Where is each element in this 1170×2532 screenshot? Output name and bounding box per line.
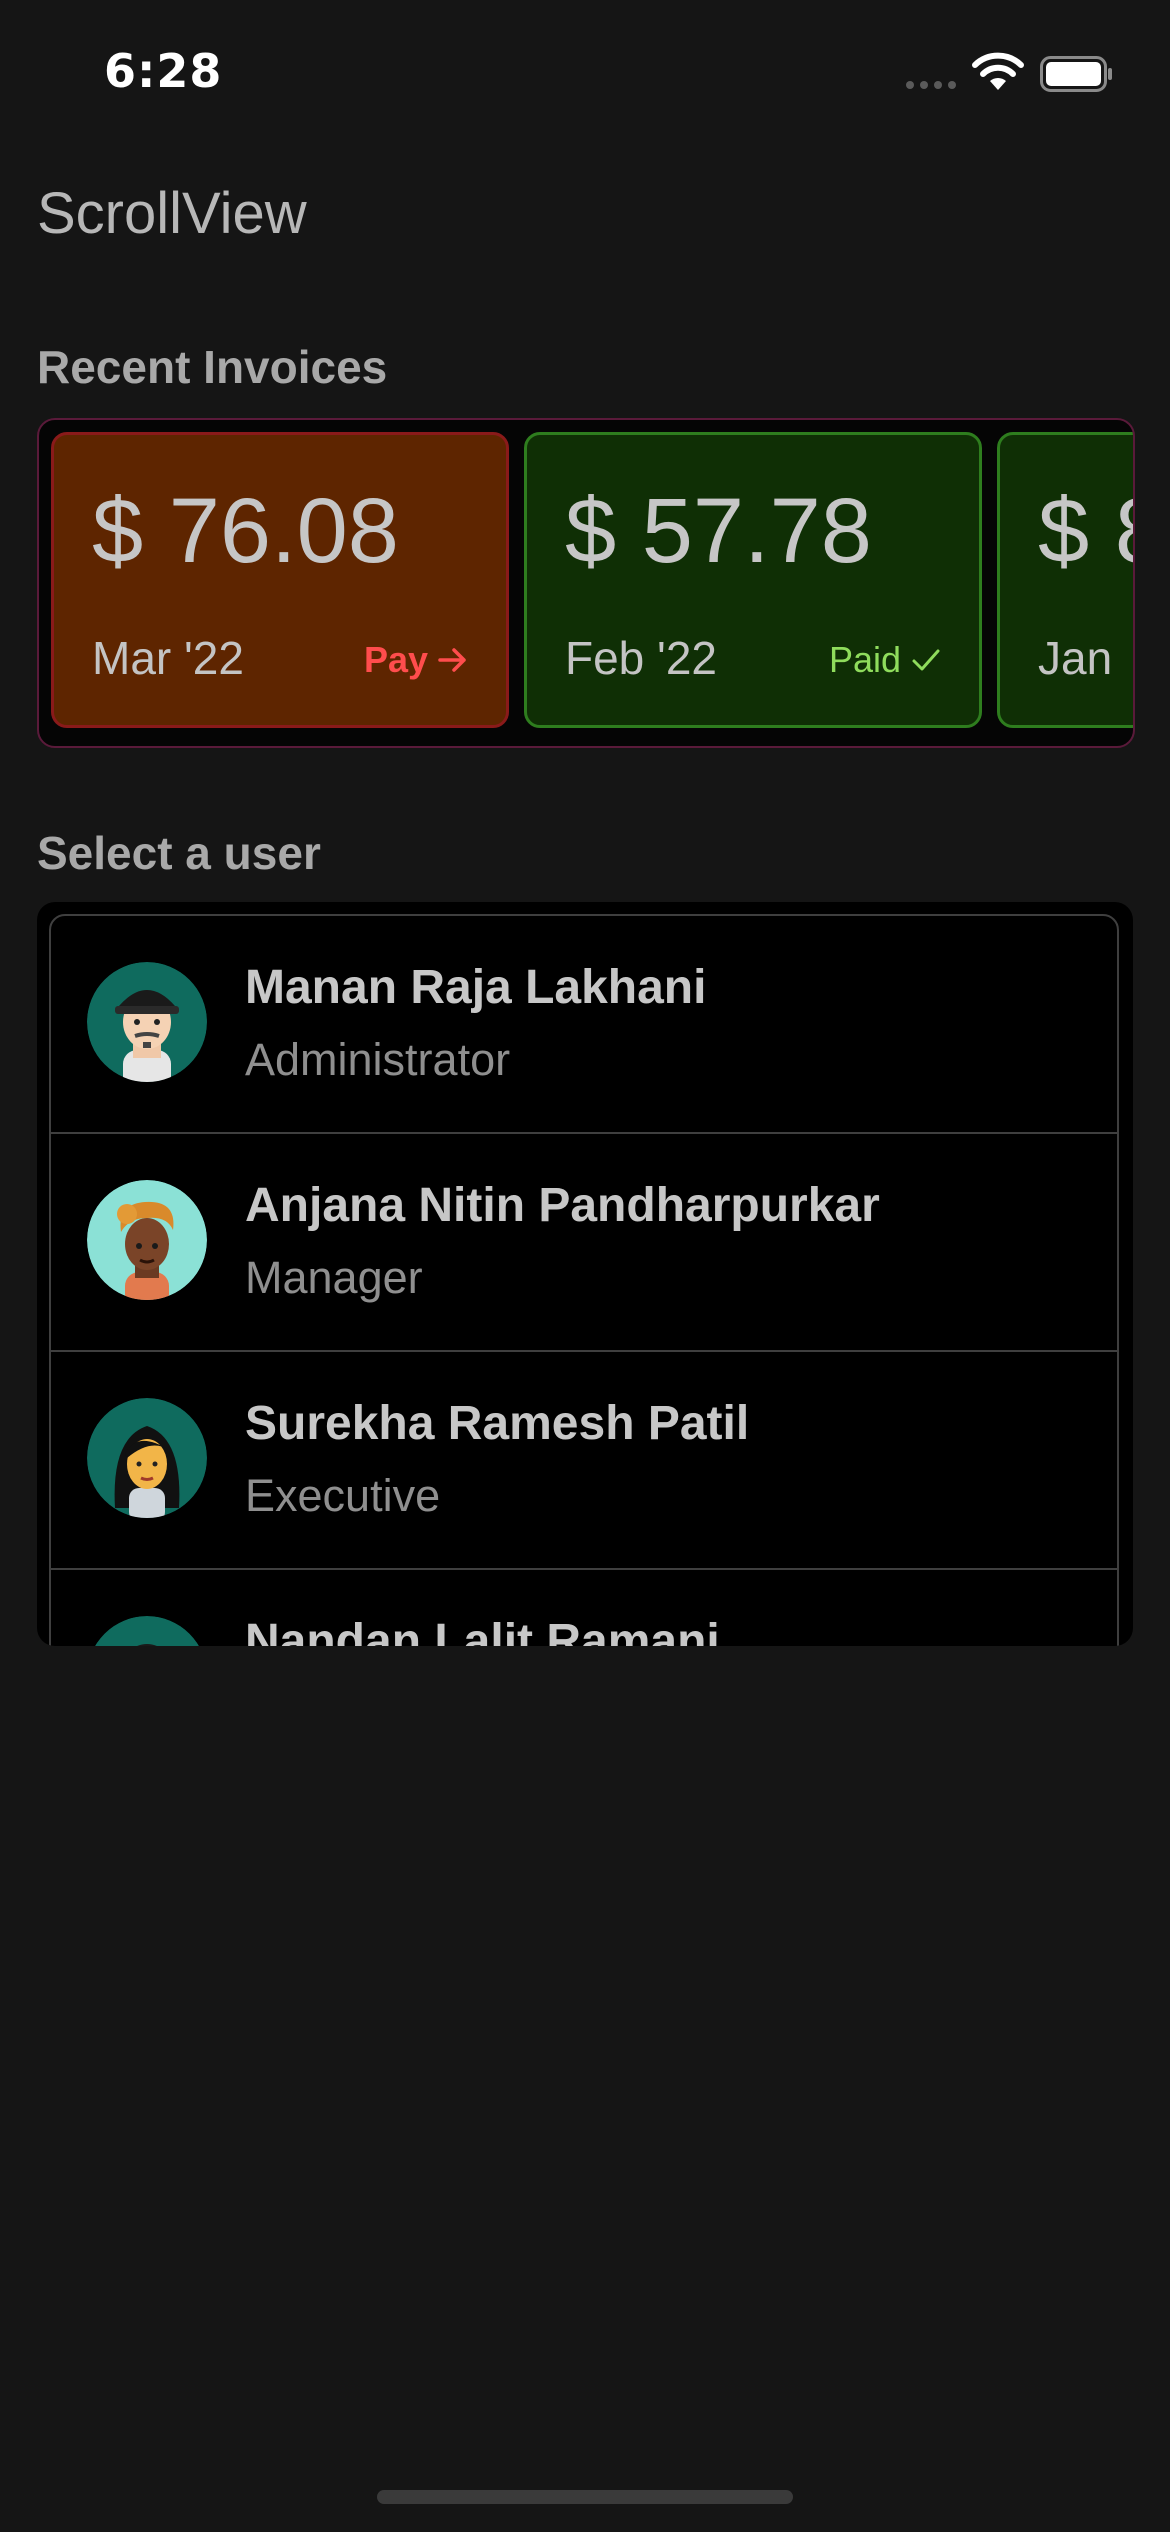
recent-invoices-heading: Recent Invoices xyxy=(37,341,388,393)
user-name: Nandan Lalit Ramani xyxy=(245,1615,720,1646)
pay-label: Pay xyxy=(363,639,428,680)
user-role: Manager xyxy=(245,1252,423,1303)
user-row-surekha[interactable]: Surekha Ramesh Patil Executive xyxy=(51,1352,1117,1570)
battery-icon xyxy=(1040,56,1112,92)
paid-label: Paid xyxy=(828,639,901,680)
home-indicator[interactable] xyxy=(377,2490,793,2504)
status-bar: 6:28 xyxy=(0,0,1170,150)
avatar-woman-turban-icon xyxy=(87,1180,207,1300)
paid-status: Paid xyxy=(829,639,941,681)
page-title: ScrollView xyxy=(37,181,307,246)
invoice-card-feb[interactable]: $ 57.78 Feb '22 Paid xyxy=(524,432,982,728)
invoice-scroller[interactable]: $ 76.08 Mar '22 Pay $ 57.78 Feb '22 Paid… xyxy=(37,418,1135,748)
user-name: Manan Raja Lakhani xyxy=(245,961,707,1014)
wifi-icon xyxy=(972,52,1024,90)
cellular-signal-icon xyxy=(906,81,956,89)
invoice-amount: $ 8 xyxy=(1038,480,1133,582)
invoice-amount: $ 76.08 xyxy=(92,480,399,582)
invoice-date: Mar '22 xyxy=(92,632,244,684)
status-time: 6:28 xyxy=(104,44,223,98)
invoice-date: Feb '22 xyxy=(565,632,717,684)
user-role: Executive xyxy=(245,1470,441,1521)
user-list: Manan Raja Lakhani Administrator Anjana … xyxy=(49,914,1119,1646)
user-row-manan[interactable]: Manan Raja Lakhani Administrator xyxy=(51,916,1117,1134)
arrow-right-icon xyxy=(438,648,466,672)
user-name: Anjana Nitin Pandharpurkar xyxy=(245,1179,880,1232)
checkmark-icon xyxy=(912,649,940,671)
select-user-heading: Select a user xyxy=(37,827,321,879)
pay-button[interactable]: Pay xyxy=(364,639,468,681)
user-list-panel[interactable]: Manan Raja Lakhani Administrator Anjana … xyxy=(37,902,1133,1646)
user-name: Surekha Ramesh Patil xyxy=(245,1397,750,1450)
invoice-card-mar[interactable]: $ 76.08 Mar '22 Pay xyxy=(51,432,509,728)
avatar-man-cap-icon xyxy=(87,962,207,1082)
avatar-woman-dark-hair-icon xyxy=(87,1398,207,1518)
user-row-anjana[interactable]: Anjana Nitin Pandharpurkar Manager xyxy=(51,1134,1117,1352)
invoice-card-jan[interactable]: $ 8 Jan xyxy=(997,432,1133,728)
avatar-man-cap-icon xyxy=(95,1616,199,1646)
user-role: Administrator xyxy=(245,1034,511,1085)
invoice-amount: $ 57.78 xyxy=(565,480,872,582)
user-row-nandan[interactable]: Nandan Lalit Ramani xyxy=(51,1570,1117,1646)
invoice-date: Jan xyxy=(1038,632,1113,684)
